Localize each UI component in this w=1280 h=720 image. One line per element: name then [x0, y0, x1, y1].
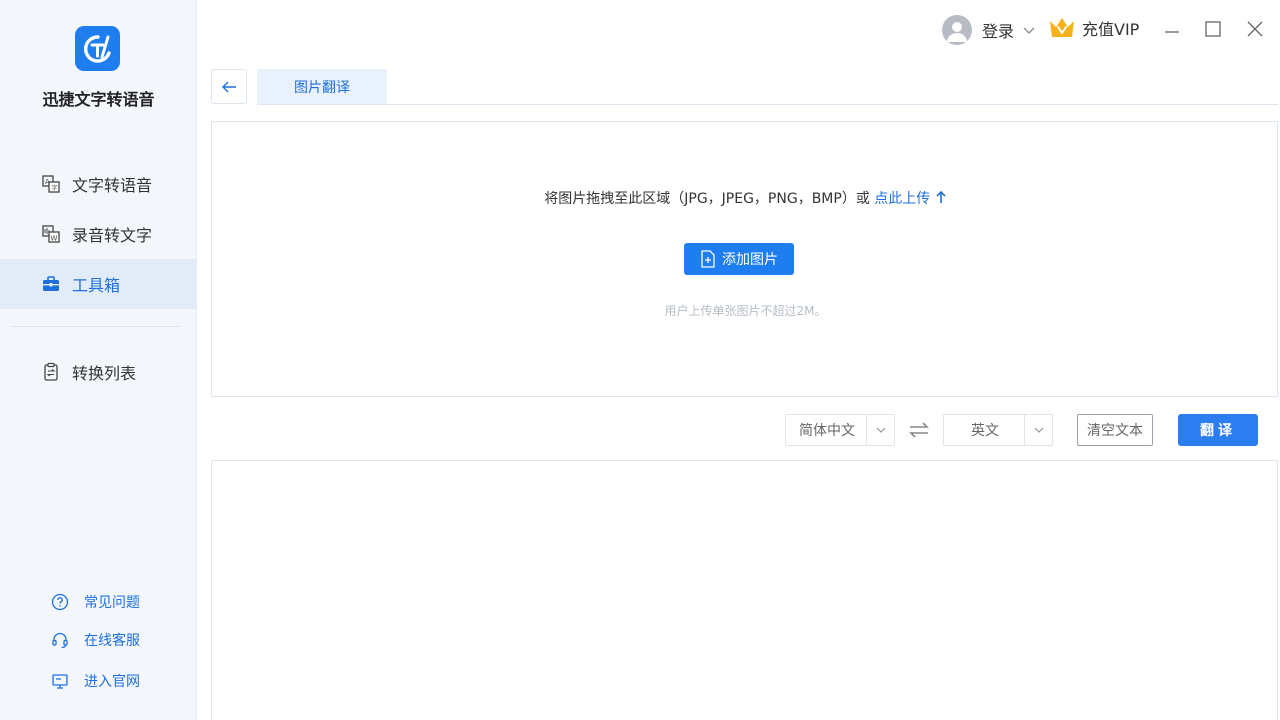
nav-item-conversion-list[interactable]: 转换列表 [0, 347, 196, 397]
arrow-up-icon [936, 190, 946, 203]
sidebar: 迅捷文字转语音 A字 文字转语音 W 录音转文字 工具箱 转换列表 常见问题 在… [0, 0, 197, 720]
toolbox-icon [40, 273, 62, 295]
nav-divider [10, 326, 181, 327]
question-icon [50, 592, 70, 612]
add-file-icon [701, 250, 715, 268]
upload-link[interactable]: 点此上传 [874, 190, 946, 207]
app-window: 迅捷文字转语音 A字 文字转语音 W 录音转文字 工具箱 转换列表 常见问题 在… [0, 0, 1280, 720]
upload-hint: 将图片拖拽至此区域（JPG，JPEG，PNG，BMP）或 点此上传 [212, 188, 1279, 208]
svg-text:W: W [51, 235, 58, 243]
tab-image-translate[interactable]: 图片翻译 [257, 69, 387, 105]
target-language-select[interactable]: 英文 [943, 414, 1053, 446]
avatar [942, 15, 972, 45]
online-service-label: 在线客服 [84, 633, 140, 649]
vip-label: 充值VIP [1082, 20, 1140, 39]
online-service-link[interactable]: 在线客服 [50, 630, 140, 650]
add-image-button[interactable]: 添加图片 [684, 243, 794, 275]
faq-link[interactable]: 常见问题 [50, 592, 140, 612]
target-language-value: 英文 [971, 423, 999, 439]
nav-label: 转换列表 [72, 364, 137, 383]
logo-icon [83, 34, 111, 63]
crown-icon [1050, 18, 1074, 37]
chevron-down-icon [1023, 27, 1035, 34]
source-language-value: 简体中文 [799, 423, 855, 439]
login-label: 登录 [982, 22, 1015, 41]
chevron-down-icon [1024, 415, 1052, 445]
maximize-icon [1205, 21, 1221, 37]
svg-text:A: A [45, 178, 50, 186]
tab-divider [257, 104, 1278, 105]
topbar: 登录 充值VIP [197, 0, 1280, 60]
chevron-down-icon [866, 415, 894, 445]
vip-button[interactable]: 充值VIP [1048, 15, 1139, 41]
minimize-button[interactable] [1159, 16, 1185, 42]
nav-label: 工具箱 [72, 276, 121, 295]
nav-item-text-to-speech[interactable]: A字 文字转语音 [0, 159, 196, 209]
close-button[interactable] [1242, 16, 1268, 42]
upload-note: 用户上传单张图片不超过2M。 [664, 304, 827, 318]
monitor-icon [50, 671, 70, 691]
translation-output[interactable] [211, 460, 1278, 720]
back-button[interactable] [211, 69, 247, 104]
login-button[interactable]: 登录 [942, 15, 1036, 45]
upload-dropzone[interactable]: 将图片拖拽至此区域（JPG，JPEG，PNG，BMP）或 点此上传 添加图片 用… [211, 121, 1278, 397]
upload-hint-text: 将图片拖拽至此区域（JPG，JPEG，PNG，BMP）或 [544, 191, 870, 207]
faq-label: 常见问题 [84, 595, 140, 611]
arrow-left-icon [222, 81, 236, 92]
text-to-speech-icon: A字 [40, 173, 62, 195]
app-logo [75, 26, 120, 71]
clear-text-button[interactable]: 清空文本 [1077, 414, 1153, 446]
headset-icon [50, 630, 70, 650]
nav-item-audio-to-text[interactable]: W 录音转文字 [0, 209, 196, 259]
app-name: 迅捷文字转语音 [42, 90, 155, 109]
source-language-select[interactable]: 简体中文 [785, 414, 895, 446]
official-site-link[interactable]: 进入官网 [50, 671, 140, 691]
close-icon [1247, 21, 1263, 37]
nav-label: 录音转文字 [72, 226, 153, 245]
translate-button[interactable]: 翻译 [1178, 414, 1258, 446]
conversion-list-icon [40, 361, 62, 383]
upload-link-label: 点此上传 [874, 191, 931, 207]
maximize-button[interactable] [1200, 16, 1226, 42]
user-icon [947, 22, 967, 42]
swap-language-button[interactable] [906, 417, 932, 443]
svg-text:字: 字 [52, 184, 58, 192]
swap-icon [909, 422, 929, 438]
minimize-icon [1165, 31, 1179, 33]
add-image-label: 添加图片 [722, 252, 778, 268]
audio-to-text-icon: W [40, 223, 62, 245]
nav-item-toolbox[interactable]: 工具箱 [0, 259, 196, 309]
official-site-label: 进入官网 [84, 674, 140, 690]
nav-label: 文字转语音 [72, 176, 153, 195]
